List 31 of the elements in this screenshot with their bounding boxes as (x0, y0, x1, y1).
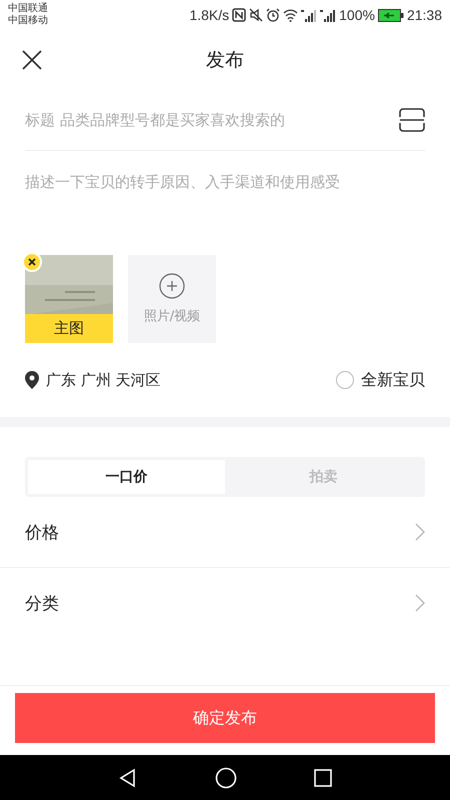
cover-label: 主图 (25, 314, 113, 343)
carrier-name: 中国联通 (8, 3, 48, 14)
signal-icon (301, 8, 318, 22)
network-speed: 1.8K/s (189, 7, 230, 23)
list-row[interactable]: 价格 (0, 497, 450, 568)
alarm-icon (266, 8, 280, 22)
recents-icon[interactable] (314, 768, 332, 786)
list-row[interactable]: 分类 (0, 568, 450, 638)
location-pin-icon (25, 371, 39, 389)
close-icon (28, 258, 36, 266)
plus-icon (159, 273, 185, 299)
scan-icon[interactable] (399, 108, 425, 132)
radio-label: 全新宝贝 (361, 370, 425, 390)
battery-percent: 100% (339, 7, 375, 23)
carrier-name: 中国移动 (8, 15, 48, 27)
mute-icon (249, 8, 264, 22)
chevron-right-icon (415, 523, 425, 541)
home-icon[interactable] (214, 766, 237, 788)
close-icon[interactable] (21, 49, 43, 71)
wifi-icon (283, 8, 298, 22)
row-label: 价格 (25, 522, 59, 544)
clock: 21:38 (406, 7, 442, 23)
chevron-right-icon (415, 594, 425, 612)
row-label: 分类 (25, 592, 59, 614)
nfc-icon (232, 8, 246, 22)
location-text[interactable]: 广东 广州 天河区 (46, 370, 161, 390)
battery-icon (378, 8, 404, 22)
signal-icon (320, 8, 336, 22)
sale-tab[interactable]: 一口价 (28, 460, 225, 494)
radio-button[interactable] (336, 371, 354, 389)
page-title: 发布 (206, 48, 244, 73)
